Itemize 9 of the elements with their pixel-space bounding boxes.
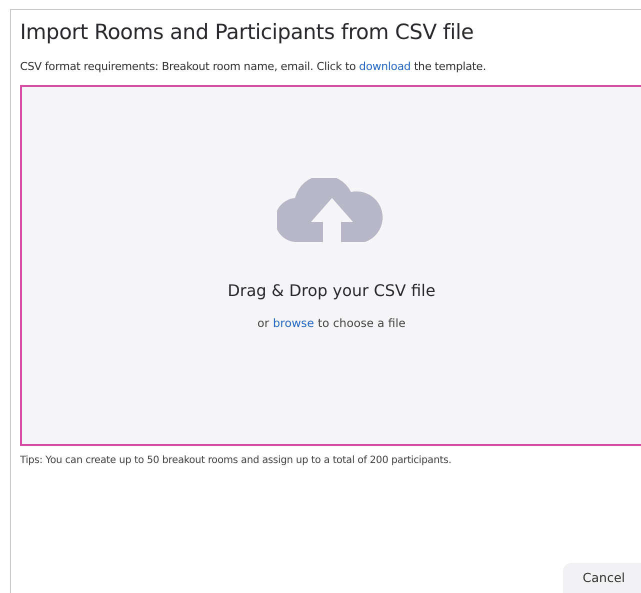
tips-text: Tips: You can create up to 50 breakout rooms and assign up to a total of 200 participants. — [20, 455, 452, 466]
dialog-title: Import Rooms and Participants from CSV file — [20, 20, 475, 44]
drop-heading: Drag & Drop your CSV file — [228, 281, 436, 300]
browse-text: or browse to choose a file — [257, 316, 406, 330]
download-link[interactable]: download — [359, 60, 411, 73]
browse-link[interactable]: browse — [272, 316, 314, 330]
cancel-button[interactable]: Cancel — [562, 563, 641, 593]
drop-zone[interactable]: Drag & Drop your CSV file or browse to choose a file — [20, 85, 641, 446]
format-requirements-text: CSV format requirements: Breakout room name, email. Click to download the template. — [20, 60, 488, 73]
